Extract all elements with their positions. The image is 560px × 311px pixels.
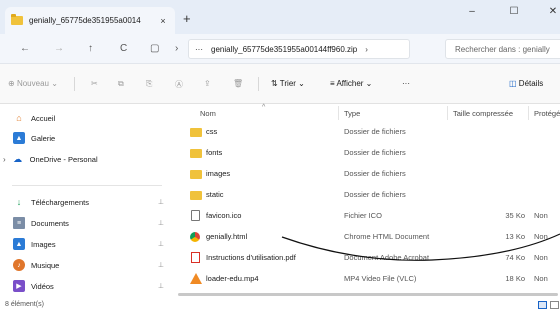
status-bar: 8 élément(s) (0, 301, 560, 311)
command-bar: ⊕ Nouveau ⌄ ✂ ⧉ ⎘ Ⓐ ⇪ 🗑 ⇅ Trier ⌄ ≡ Affi… (0, 64, 560, 104)
maximize-icon[interactable]: ☐ (506, 6, 522, 17)
divider (258, 77, 259, 91)
details-pane-icon: ◫ (509, 79, 517, 88)
title-bar: genially_65775de351955a0014 × + – ☐ ✕ (0, 0, 560, 34)
pin-icon[interactable]: ⊥ (158, 261, 164, 269)
pin-icon[interactable]: ⊥ (158, 282, 164, 290)
gallery-icon: ▲ (13, 132, 25, 144)
document-icon: ≡ (13, 217, 25, 229)
sort-icon: ⇅ (271, 79, 278, 88)
pin-icon[interactable]: ⊥ (158, 219, 164, 227)
video-icon: ▶ (13, 280, 25, 292)
file-list: ^ Nom Type Taille compressée Protégé css… (170, 104, 560, 301)
up-icon[interactable]: ↑ (88, 43, 93, 54)
path-chevron-icon[interactable]: › (365, 45, 368, 54)
sidebar-item-telechargements[interactable]: ↓ Téléchargements ⊥ (0, 192, 170, 212)
new-button[interactable]: ⊕ Nouveau ⌄ (8, 79, 58, 88)
view-button[interactable]: ≡ Afficher ⌄ (330, 79, 372, 88)
sort-button[interactable]: ⇅ Trier ⌄ (271, 79, 305, 88)
refresh-icon[interactable]: C (120, 43, 127, 54)
share-icon[interactable]: ⇪ (204, 79, 211, 88)
search-placeholder: Rechercher dans : genially (455, 44, 550, 54)
folder-icon (11, 14, 23, 25)
rename-icon[interactable]: Ⓐ (175, 79, 183, 90)
tab-close-icon[interactable]: × (157, 16, 169, 26)
close-window-icon[interactable]: ✕ (545, 6, 560, 17)
pin-icon[interactable]: ⊥ (158, 198, 164, 206)
search-input[interactable]: Rechercher dans : genially (445, 39, 560, 59)
sidebar-item-images[interactable]: ▲ Images ⊥ (0, 234, 170, 254)
more-path-icon[interactable]: ··· (195, 45, 203, 54)
paste-icon[interactable]: ⎘ (146, 79, 152, 89)
delete-icon[interactable]: 🗑 (233, 79, 243, 88)
image-icon: ▲ (13, 238, 25, 250)
chevron-down-icon: ⌄ (298, 79, 305, 88)
download-icon: ↓ (16, 197, 22, 207)
plus-circle-icon: ⊕ (8, 79, 15, 88)
sidebar-item-videos[interactable]: ▶ Vidéos ⊥ (0, 276, 170, 296)
copy-icon[interactable]: ⧉ (118, 79, 124, 89)
view-lines-icon: ≡ (330, 79, 335, 88)
music-icon: ♪ (13, 259, 25, 271)
navigation-bar: ← → ↑ C ▢ › ··· genially_65775de351955a0… (0, 34, 560, 64)
tiles-view-icon[interactable] (550, 301, 559, 309)
annotation-line (281, 233, 560, 261)
annotation-stroke (281, 233, 560, 261)
chevron-down-icon: ⌄ (365, 79, 373, 88)
minimize-icon[interactable]: – (464, 6, 480, 17)
new-tab-icon[interactable]: + (183, 11, 191, 26)
horizontal-scrollbar[interactable] (178, 293, 558, 296)
view-pane-icon[interactable]: ▢ (150, 43, 159, 54)
navigation-pane: ⌂ Accueil ▲ Galerie › ☁ OneDrive - Perso… (0, 104, 170, 301)
cloud-icon: ☁ (13, 153, 23, 164)
address-bar[interactable]: ··· genially_65775de351955a00144ff960.zi… (188, 39, 410, 59)
sidebar-item-documents[interactable]: ≡ Documents ⊥ (0, 213, 170, 233)
sidebar-item-musique[interactable]: ♪ Musique ⊥ (0, 255, 170, 275)
divider (74, 77, 75, 91)
details-view-icon[interactable] (538, 301, 547, 309)
forward-icon[interactable]: → (54, 43, 64, 54)
sidebar-item-galerie[interactable]: ▲ Galerie (0, 128, 170, 148)
pin-icon[interactable]: ⊥ (158, 240, 164, 248)
more-options-icon[interactable]: ··· (402, 79, 410, 88)
tab-title: genially_65775de351955a0014 (29, 16, 141, 25)
back-icon[interactable]: ← (20, 43, 30, 54)
home-icon: ⌂ (16, 113, 22, 123)
sidebar-item-onedrive[interactable]: › ☁ OneDrive - Personal (0, 149, 170, 169)
chevron-down-icon: ⌄ (51, 79, 58, 88)
path-segment[interactable]: genially_65775de351955a00144ff960.zip (211, 45, 357, 54)
window-tab[interactable]: genially_65775de351955a0014 × (5, 7, 175, 34)
expand-chevron-icon[interactable]: › (3, 155, 6, 164)
item-count: 8 élément(s) (5, 301, 44, 308)
chevron-right-icon: › (175, 43, 179, 54)
sidebar-divider (12, 185, 162, 186)
sidebar-item-accueil[interactable]: ⌂ Accueil (0, 108, 170, 128)
cut-icon[interactable]: ✂ (91, 79, 98, 88)
details-button[interactable]: ◫ Détails (509, 79, 543, 88)
